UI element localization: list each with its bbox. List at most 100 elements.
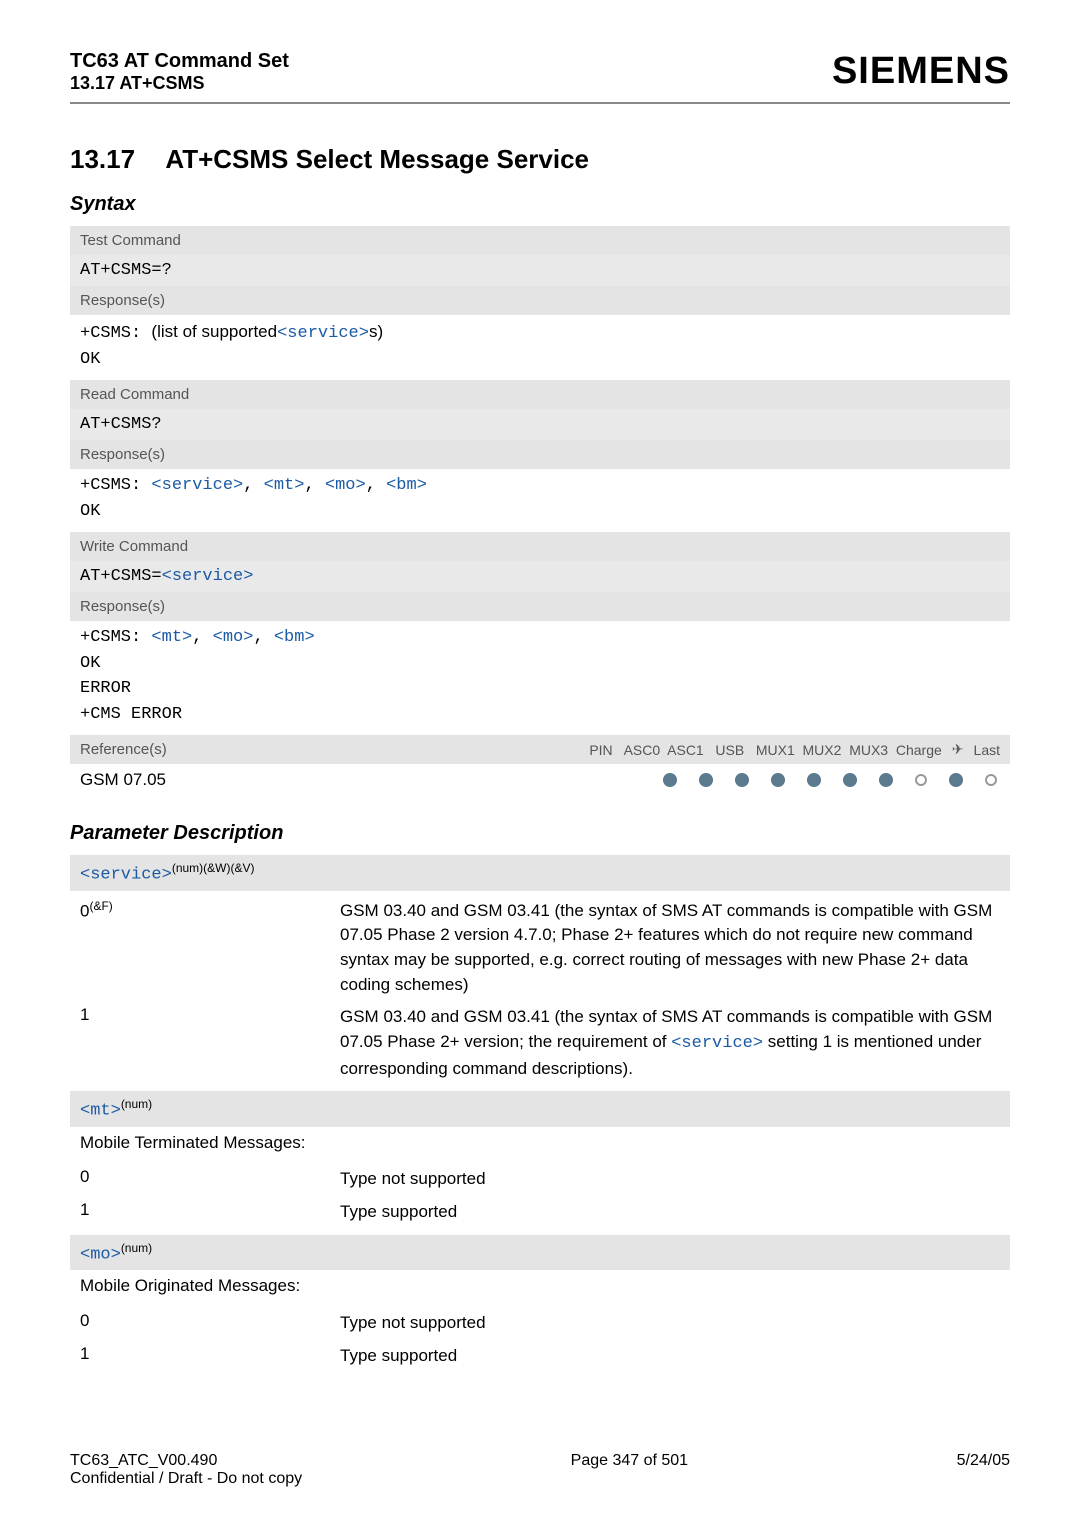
support-dots	[663, 773, 1000, 787]
write-label: Write Command	[70, 532, 1010, 561]
write-resp-label: Response(s)	[70, 592, 1010, 621]
param-key: 0(&F)	[80, 899, 340, 922]
write-cmd-prefix: AT+CSMS=	[80, 567, 162, 586]
airplane-icon: ✈	[952, 741, 964, 758]
write-resp-body: +CSMS: <mt>, <mo>, <bm> OK ERROR +CMS ER…	[70, 621, 1010, 731]
section-number: 13.17	[70, 144, 135, 174]
read-cmd: AT+CSMS?	[70, 409, 1010, 440]
write-ok: OK	[80, 654, 100, 673]
write-resp-prefix: +CSMS:	[80, 628, 151, 647]
mt-link[interactable]: <mt>	[151, 628, 192, 647]
doc-title: TC63 AT Command Set	[70, 50, 289, 73]
reference-label: Reference(s)	[80, 741, 167, 758]
read-resp-label: Response(s)	[70, 440, 1010, 469]
write-cmd: AT+CSMS=<service>	[70, 561, 1010, 592]
param-desc: GSM 03.40 and GSM 03.41 (the syntax of S…	[340, 899, 1000, 998]
table-row: 0(&F) GSM 03.40 and GSM 03.41 (the synta…	[70, 895, 1010, 1002]
table-row: 1 Type supported	[70, 1340, 1010, 1373]
write-command-block: Write Command AT+CSMS=<service> Response…	[70, 532, 1010, 731]
brand-logo: SIEMENS	[832, 50, 1010, 93]
parameter-heading: Parameter Description	[70, 822, 1010, 845]
param-mo-header: <mo>(num)	[70, 1235, 1010, 1271]
test-ok: OK	[80, 350, 100, 369]
service-link[interactable]: <service>	[162, 567, 254, 586]
table-row: 1 GSM 03.40 and GSM 03.41 (the syntax of…	[70, 1001, 1010, 1085]
param-key-1: 1	[80, 1005, 340, 1025]
param-mo-sup: (num)	[121, 1241, 152, 1255]
param-mo-title: Mobile Originated Messages:	[80, 1274, 1000, 1299]
param-mo-table: 0 Type not supported 1 Type supported	[70, 1307, 1010, 1372]
table-row: 0 Type not supported	[70, 1163, 1010, 1196]
param-key: 1	[80, 1344, 340, 1364]
read-resp-prefix: +CSMS:	[80, 476, 151, 495]
footer-left: TC63_ATC_V00.490 Confidential / Draft - …	[70, 1452, 302, 1488]
bm-link[interactable]: <bm>	[274, 628, 315, 647]
param-mt-header: <mt>(num)	[70, 1091, 1010, 1127]
mt-link[interactable]: <mt>	[264, 476, 305, 495]
param-key-0-sup: (&F)	[89, 899, 112, 913]
test-label: Test Command	[70, 226, 1010, 255]
doc-subtitle: 13.17 AT+CSMS	[70, 73, 289, 94]
mo-link[interactable]: <mo>	[213, 628, 254, 647]
page-header: TC63 AT Command Set 13.17 AT+CSMS SIEMEN…	[70, 50, 1010, 104]
param-desc: Type not supported	[340, 1311, 1000, 1336]
param-key: 1	[80, 1200, 340, 1220]
test-command-block: Test Command AT+CSMS=? Response(s) +CSMS…	[70, 226, 1010, 376]
reference-cols: PIN ASC0 ASC1 USB MUX1 MUX2 MUX3 Charge	[589, 742, 941, 758]
footer-date: 5/24/05	[957, 1452, 1010, 1488]
param-desc: GSM 03.40 and GSM 03.41 (the syntax of S…	[340, 1005, 1000, 1081]
reference-header: Reference(s) PIN ASC0 ASC1 USB MUX1 MUX2…	[70, 735, 1010, 764]
param-desc: Type not supported	[340, 1167, 1000, 1192]
footer-page: Page 347 of 501	[571, 1452, 688, 1488]
service-link[interactable]: <service>	[151, 476, 243, 495]
param-mo-title-row: Mobile Originated Messages:	[70, 1270, 1010, 1303]
param-desc: Type supported	[340, 1344, 1000, 1369]
dot-mux3	[879, 773, 893, 787]
dot-mux2	[843, 773, 857, 787]
section-heading: 13.17 AT+CSMS Select Message Service	[70, 144, 1010, 175]
page-footer: TC63_ATC_V00.490 Confidential / Draft - …	[70, 1452, 1010, 1488]
param-key: 0	[80, 1167, 340, 1187]
header-left: TC63 AT Command Set 13.17 AT+CSMS	[70, 50, 289, 94]
dot-mux1	[807, 773, 821, 787]
param-service-sup: (num)(&W)(&V)	[172, 861, 255, 875]
read-label: Read Command	[70, 380, 1010, 409]
param-mt-title-row: Mobile Terminated Messages:	[70, 1127, 1010, 1160]
param-service-table: 0(&F) GSM 03.40 and GSM 03.41 (the synta…	[70, 895, 1010, 1085]
test-resp-text2: s)	[369, 322, 383, 341]
read-ok: OK	[80, 502, 100, 521]
dot-airplane	[949, 773, 963, 787]
param-mt-name[interactable]: <mt>	[80, 1102, 121, 1121]
param-mt-sup: (num)	[121, 1097, 152, 1111]
read-command-block: Read Command AT+CSMS? Response(s) +CSMS:…	[70, 380, 1010, 528]
dot-asc0	[699, 773, 713, 787]
test-resp-text1: (list of supported	[151, 322, 277, 341]
param-mt-table: 0 Type not supported 1 Type supported	[70, 1163, 1010, 1228]
mo-link[interactable]: <mo>	[325, 476, 366, 495]
param-mo-name[interactable]: <mo>	[80, 1245, 121, 1264]
dot-asc1	[735, 773, 749, 787]
param-key: 0	[80, 1311, 340, 1331]
test-resp-label: Response(s)	[70, 286, 1010, 315]
service-link[interactable]: <service>	[277, 324, 369, 343]
read-resp-body: +CSMS: <service>, <mt>, <mo>, <bm> OK	[70, 469, 1010, 528]
bm-link[interactable]: <bm>	[386, 476, 427, 495]
table-row: 0 Type not supported	[70, 1307, 1010, 1340]
reference-name: GSM 07.05	[80, 770, 166, 790]
syntax-heading: Syntax	[70, 193, 1010, 216]
table-row: 1 Type supported	[70, 1196, 1010, 1229]
reference-last: Last	[974, 742, 1000, 758]
param-mt-title: Mobile Terminated Messages:	[80, 1131, 1000, 1156]
write-cms-error: +CMS ERROR	[80, 705, 182, 724]
service-link[interactable]: <service>	[671, 1034, 763, 1053]
param-service-name[interactable]: <service>	[80, 866, 172, 885]
param-service-header: <service>(num)(&W)(&V)	[70, 855, 1010, 891]
dot-last	[985, 774, 997, 786]
footer-docid: TC63_ATC_V00.490	[70, 1452, 217, 1469]
dot-charge	[915, 774, 927, 786]
dot-pin	[663, 773, 677, 787]
reference-data-row: GSM 07.05	[70, 764, 1010, 796]
param-desc: Type supported	[340, 1200, 1000, 1225]
write-error: ERROR	[80, 679, 131, 698]
footer-confidential: Confidential / Draft - Do not copy	[70, 1470, 302, 1487]
